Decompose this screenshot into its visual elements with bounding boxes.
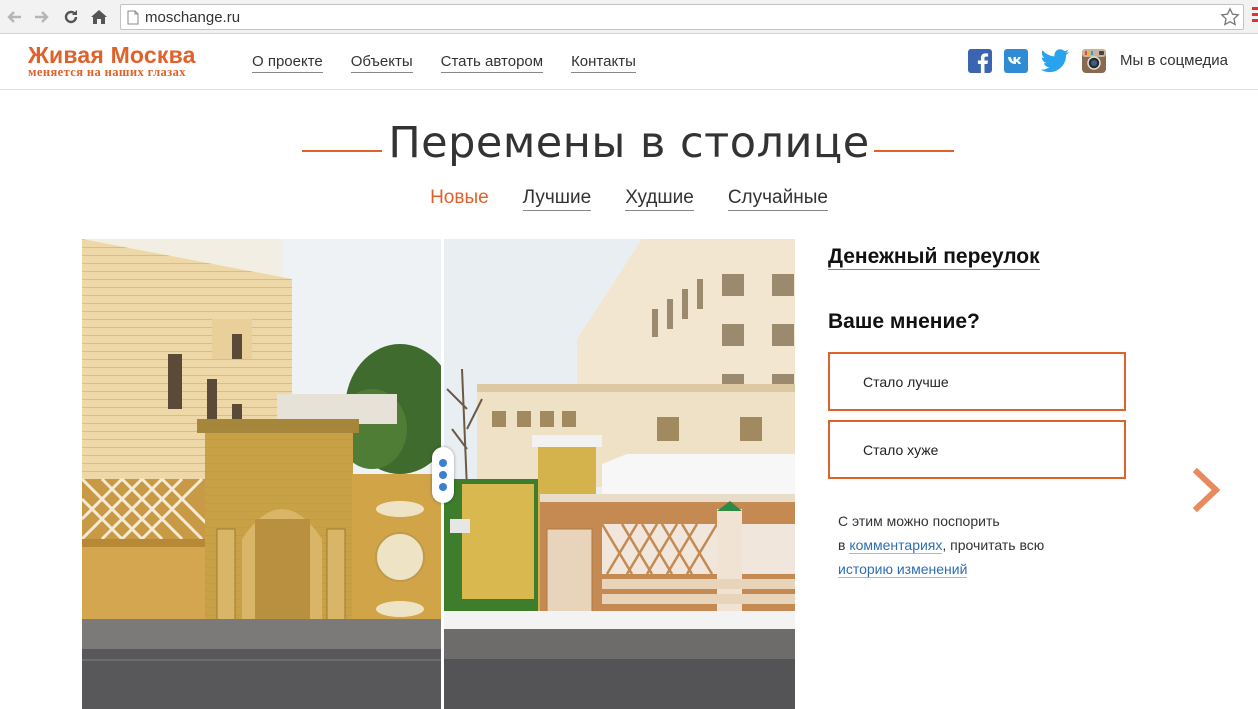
reload-button[interactable] [60, 6, 82, 28]
before-after-photo[interactable] [82, 239, 795, 709]
place-title-link[interactable]: Денежный переулок [828, 245, 1040, 270]
headline-block: Перемены в столице [0, 118, 1258, 178]
home-button[interactable] [88, 6, 110, 28]
twitter-icon[interactable] [1040, 49, 1070, 73]
forward-arrow-icon [35, 11, 49, 23]
nav-contacts[interactable]: Контакты [571, 53, 636, 73]
photo-before [82, 239, 455, 709]
filter-tabs: Новые Лучшие Худшие Случайные [0, 186, 1258, 211]
photo-after [443, 239, 795, 709]
nav-objects[interactable]: Объекты [350, 53, 413, 73]
discuss-prefix: в [838, 537, 850, 553]
filter-best[interactable]: Лучшие [522, 186, 592, 211]
browser-menu-icon[interactable] [1252, 7, 1258, 27]
address-url: moschange.ru [145, 9, 241, 26]
back-arrow-icon [7, 11, 21, 23]
logo[interactable]: Живая Москва меняется на наших глазах [28, 44, 196, 79]
filter-random[interactable]: Случайные [727, 186, 828, 211]
chevron-right-icon [1192, 467, 1221, 513]
address-bar[interactable]: moschange.ru [120, 4, 1244, 30]
page-title: Перемены в столице [388, 118, 870, 168]
bookmark-star-icon[interactable] [1220, 7, 1240, 27]
main-nav: О проекте Объекты Стать автором Контакты [252, 53, 664, 73]
site-header: Живая Москва меняется на наших глазах О … [0, 35, 1258, 90]
home-icon [91, 10, 107, 24]
filter-worst[interactable]: Худшие [625, 186, 694, 211]
facebook-icon[interactable] [968, 49, 992, 73]
history-link[interactable]: историю изменений [838, 561, 968, 578]
discuss-line-1: С этим можно поспорить [838, 513, 1000, 529]
logo-title: Живая Москва [28, 42, 196, 68]
vote-worse-button[interactable]: Стало хуже [828, 420, 1126, 479]
discuss-text: С этим можно поспорить в комментариях, п… [838, 509, 1118, 581]
nav-become-author[interactable]: Стать автором [440, 53, 544, 73]
back-button[interactable] [4, 6, 26, 28]
comments-link[interactable]: комментариях [849, 537, 943, 554]
compare-slider-handle[interactable] [432, 447, 454, 503]
social-label: Мы в соцмедиа [1120, 52, 1228, 69]
opinion-question: Ваше мнение? [828, 310, 980, 333]
nav-about[interactable]: О проекте [252, 53, 323, 73]
reload-icon [64, 10, 78, 24]
social-links: Мы в соцмедиа [968, 47, 1228, 75]
vk-icon[interactable] [1004, 49, 1028, 73]
page-icon [127, 10, 139, 25]
logo-subtitle: меняется на наших глазах [28, 65, 186, 79]
browser-toolbar: moschange.ru [0, 0, 1258, 34]
instagram-icon[interactable] [1082, 49, 1106, 73]
filter-new[interactable]: Новые [430, 186, 489, 211]
headline-rule-right [874, 150, 954, 152]
next-object-button[interactable] [1190, 467, 1222, 517]
discuss-middle: , прочитать всю [942, 537, 1045, 553]
vote-better-button[interactable]: Стало лучше [828, 352, 1126, 411]
forward-button[interactable] [30, 6, 52, 28]
